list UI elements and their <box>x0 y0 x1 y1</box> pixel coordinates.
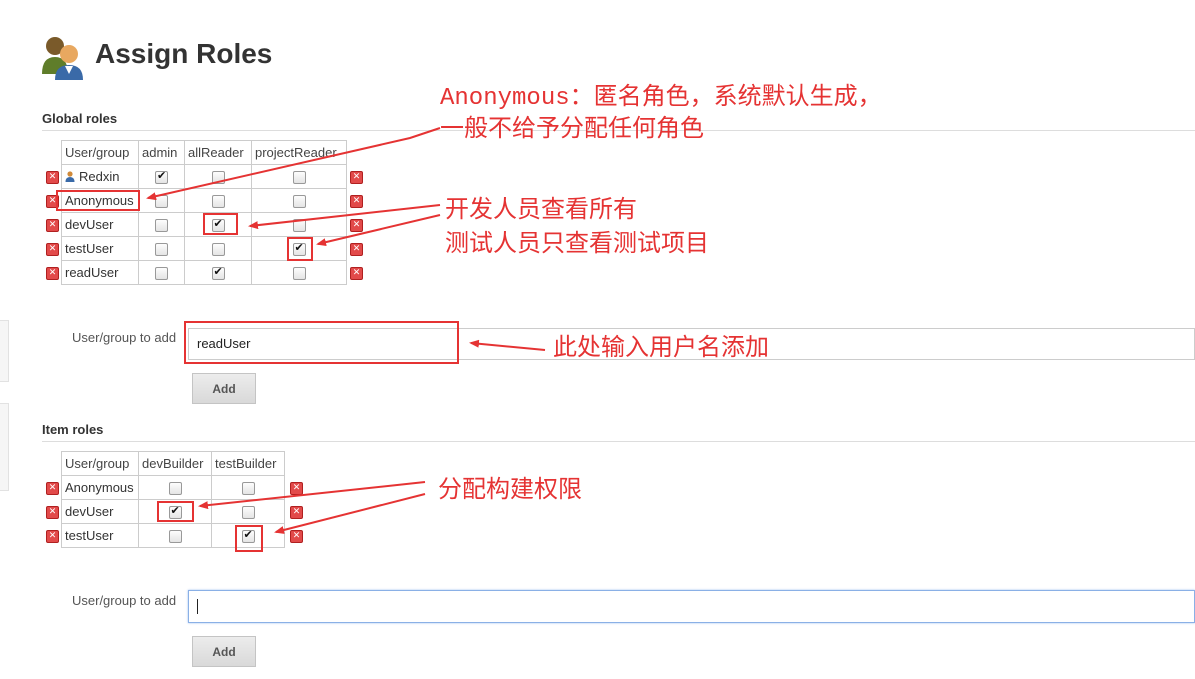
annotation-anonymous: Anonymous：匿名角色，系统默认生成， <box>440 85 882 112</box>
annotation-test: 测试人员只查看测试项目 <box>445 229 709 257</box>
annotation-dev: 开发人员查看所有 <box>445 195 637 223</box>
annotation-anonymous-2: 一般不给予分配任何角色 <box>440 114 704 142</box>
annotation-input: 此处输入用户名添加 <box>553 333 769 361</box>
annotation-build: 分配构建权限 <box>438 475 582 503</box>
